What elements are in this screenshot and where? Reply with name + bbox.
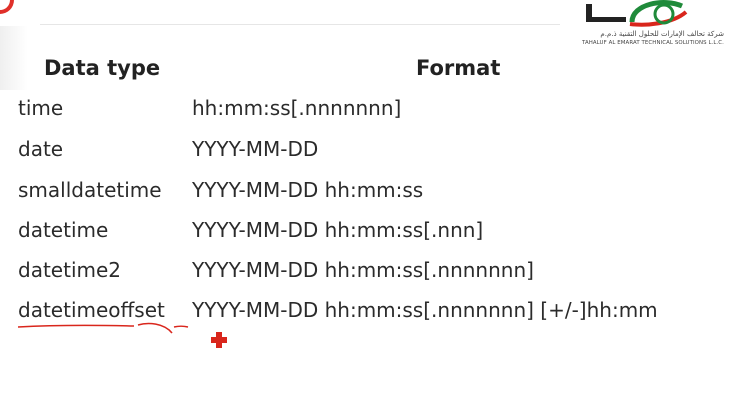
logo-english-text: TAHALUF AL EMARAT TECHNICAL SOLUTIONS L.… <box>581 40 724 46</box>
column-header-format: Format <box>416 56 501 80</box>
data-type-cell: time <box>18 96 64 120</box>
top-divider <box>40 24 560 25</box>
format-cell: YYYY-MM-DD <box>192 137 319 161</box>
corner-mark <box>0 0 14 14</box>
format-cell: YYYY-MM-DD hh:mm:ss <box>192 178 424 202</box>
format-cell: YYYY-MM-DD hh:mm:ss[.nnn] <box>192 218 484 242</box>
data-type-cell: date <box>18 137 64 161</box>
data-type-cell: datetime2 <box>18 258 122 282</box>
format-cell: YYYY-MM-DD hh:mm:ss[.nnnnnnn] [+/-]hh:mm <box>192 298 658 322</box>
pen-underline-annotation <box>17 322 189 334</box>
logo-arabic-text: شركة تحالف الإمارات للحلول التقنية ذ.م.م <box>600 30 724 38</box>
format-cell: YYYY-MM-DD hh:mm:ss[.nnnnnnn] <box>192 258 534 282</box>
column-header-data-type: Data type <box>44 56 161 80</box>
company-logo: شركة تحالف الإمارات للحلول التقنية ذ.م.م… <box>556 0 726 55</box>
cursor-cross-icon <box>211 332 227 348</box>
format-cell: hh:mm:ss[.nnnnnnn] <box>192 96 402 120</box>
data-type-cell: datetime <box>18 218 109 242</box>
logo-emblem-icon <box>586 0 688 27</box>
data-type-cell: smalldatetime <box>18 178 162 202</box>
left-shadow <box>0 26 28 90</box>
